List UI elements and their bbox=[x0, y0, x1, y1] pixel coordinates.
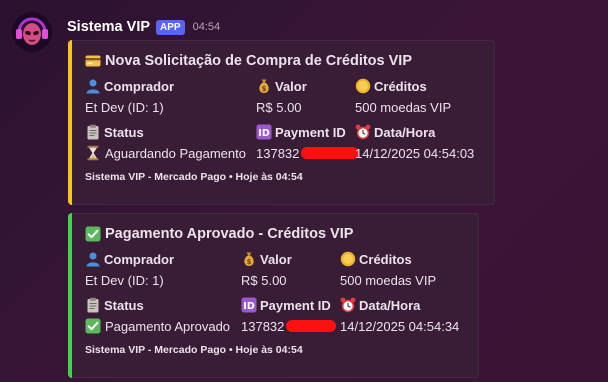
svg-text:$: $ bbox=[262, 85, 267, 93]
embed-title: Pagamento Aprovado - Créditos VIP bbox=[85, 226, 466, 242]
hourglass-icon bbox=[87, 145, 99, 161]
coin-icon bbox=[355, 78, 371, 94]
payment-id-value: 137832 bbox=[256, 145, 300, 161]
redaction-mark bbox=[286, 320, 337, 332]
embed-title: Nova Solicitação de Compra de Créditos V… bbox=[85, 53, 482, 69]
credit-card-icon bbox=[85, 55, 101, 67]
embed-color-bar bbox=[68, 213, 72, 378]
field-payment-id: ID Payment ID 137832 bbox=[241, 296, 337, 336]
embed-title-text: Pagamento Aprovado - Créditos VIP bbox=[105, 226, 354, 242]
embed-color-bar bbox=[68, 40, 72, 205]
embed-fields: Comprador Et Dev (ID: 1) $ Valor R$ 5.00… bbox=[85, 77, 482, 167]
coin-icon bbox=[340, 251, 356, 267]
alien-headphones-icon bbox=[12, 12, 52, 52]
field-credits: Créditos 500 moedas VIP bbox=[355, 78, 452, 115]
user-silhouette-icon bbox=[86, 79, 100, 94]
svg-text:ID: ID bbox=[243, 301, 255, 312]
date-time-value: 14/12/2025 04:54:03 bbox=[355, 145, 475, 161]
alarm-clock-icon bbox=[340, 297, 356, 313]
id-button-icon: ID bbox=[256, 124, 272, 140]
buyer-value: Et Dev (ID: 1) bbox=[85, 272, 164, 288]
field-status: Status Aguardando Pagamento bbox=[85, 123, 246, 163]
field-date-time: Data/Hora 14/12/2025 04:54:03 bbox=[355, 124, 475, 161]
embed-footer: Sistema VIP - Mercado Pago • Hoje às 04:… bbox=[85, 344, 303, 356]
field-value: $ Valor R$ 5.00 bbox=[256, 78, 307, 115]
payment-id-value: 137832 bbox=[241, 318, 285, 334]
field-buyer: Comprador Et Dev (ID: 1) bbox=[85, 251, 175, 288]
message-timestamp[interactable]: 04:54 bbox=[193, 21, 221, 33]
status-value: Pagamento Aprovado bbox=[105, 318, 231, 334]
embed-purchase-request: Nova Solicitação de Compra de Créditos V… bbox=[68, 40, 495, 205]
embed-fields: Comprador Et Dev (ID: 1) $ Valor R$ 5.00… bbox=[85, 250, 466, 340]
field-status: Status Pagamento Aprovado bbox=[85, 296, 230, 336]
buyer-value: Et Dev (ID: 1) bbox=[85, 99, 164, 115]
status-value: Aguardando Pagamento bbox=[105, 145, 246, 161]
money-bag-icon: $ bbox=[259, 79, 269, 93]
svg-text:$: $ bbox=[247, 258, 252, 266]
message-header: Sistema VIP APP 04:54 bbox=[67, 17, 220, 37]
field-value: $ Valor R$ 5.00 bbox=[241, 251, 292, 288]
avatar[interactable] bbox=[12, 12, 52, 52]
redaction-mark bbox=[301, 147, 360, 159]
money-bag-icon: $ bbox=[244, 252, 254, 266]
clipboard-icon bbox=[87, 124, 99, 140]
value-value: R$ 5.00 bbox=[256, 99, 302, 115]
field-payment-id: ID Payment ID 137832 bbox=[256, 123, 360, 163]
credits-value: 500 moedas VIP bbox=[340, 272, 437, 288]
check-mark-icon bbox=[85, 226, 101, 242]
embed-payment-approved: Pagamento Aprovado - Créditos VIP Compra… bbox=[68, 213, 479, 378]
app-badge: APP bbox=[156, 19, 185, 35]
field-credits: Créditos 500 moedas VIP bbox=[340, 251, 437, 288]
user-silhouette-icon bbox=[86, 252, 100, 267]
field-date-time: Data/Hora 14/12/2025 04:54:34 bbox=[340, 297, 460, 334]
embed-footer: Sistema VIP - Mercado Pago • Hoje às 04:… bbox=[85, 171, 303, 183]
date-time-value: 14/12/2025 04:54:34 bbox=[340, 318, 460, 334]
username[interactable]: Sistema VIP bbox=[67, 19, 150, 35]
id-button-icon: ID bbox=[241, 297, 257, 313]
value-value: R$ 5.00 bbox=[241, 272, 287, 288]
credits-value: 500 moedas VIP bbox=[355, 99, 452, 115]
field-buyer: Comprador Et Dev (ID: 1) bbox=[85, 78, 175, 115]
clipboard-icon bbox=[87, 297, 99, 313]
embed-title-text: Nova Solicitação de Compra de Créditos V… bbox=[105, 53, 412, 69]
svg-text:ID: ID bbox=[258, 128, 270, 139]
check-mark-icon bbox=[85, 318, 101, 334]
alarm-clock-icon bbox=[355, 124, 371, 140]
